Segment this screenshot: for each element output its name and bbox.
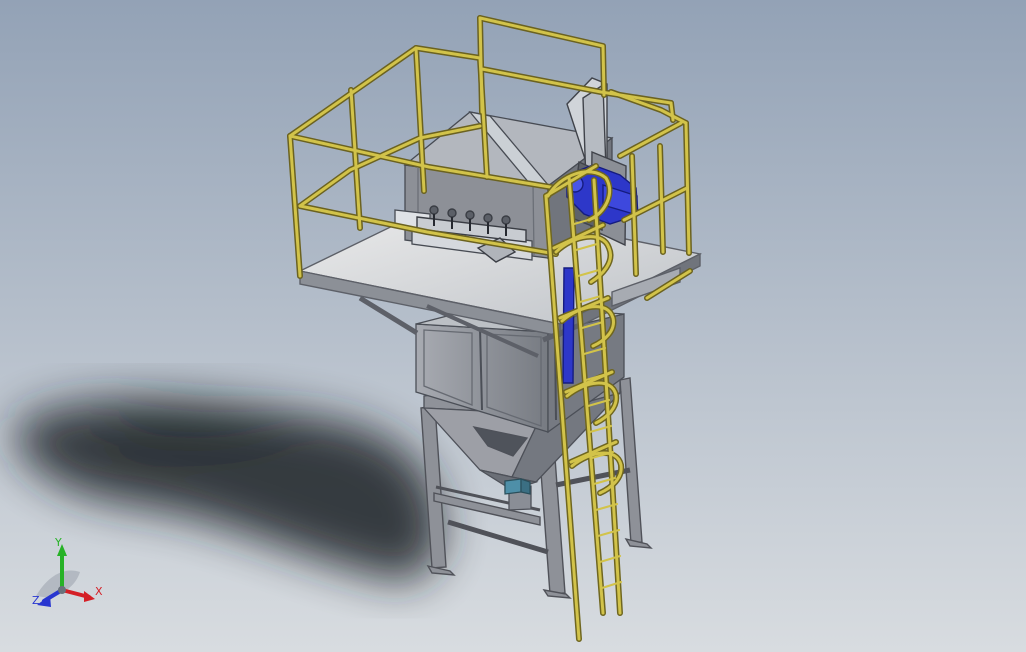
- axis-y-label: Y: [55, 536, 62, 549]
- cad-viewport[interactable]: Y X Z: [0, 0, 1026, 652]
- small-gearbox: [504, 478, 531, 495]
- triad-origin: [58, 586, 66, 594]
- dust-collector-model[interactable]: [0, 0, 1026, 652]
- triad-x-arrow: [84, 591, 95, 602]
- view-orientation-triad[interactable]: Y X Z: [22, 532, 112, 616]
- axis-x-label: X: [95, 585, 103, 598]
- axis-z-label: Z: [32, 594, 40, 607]
